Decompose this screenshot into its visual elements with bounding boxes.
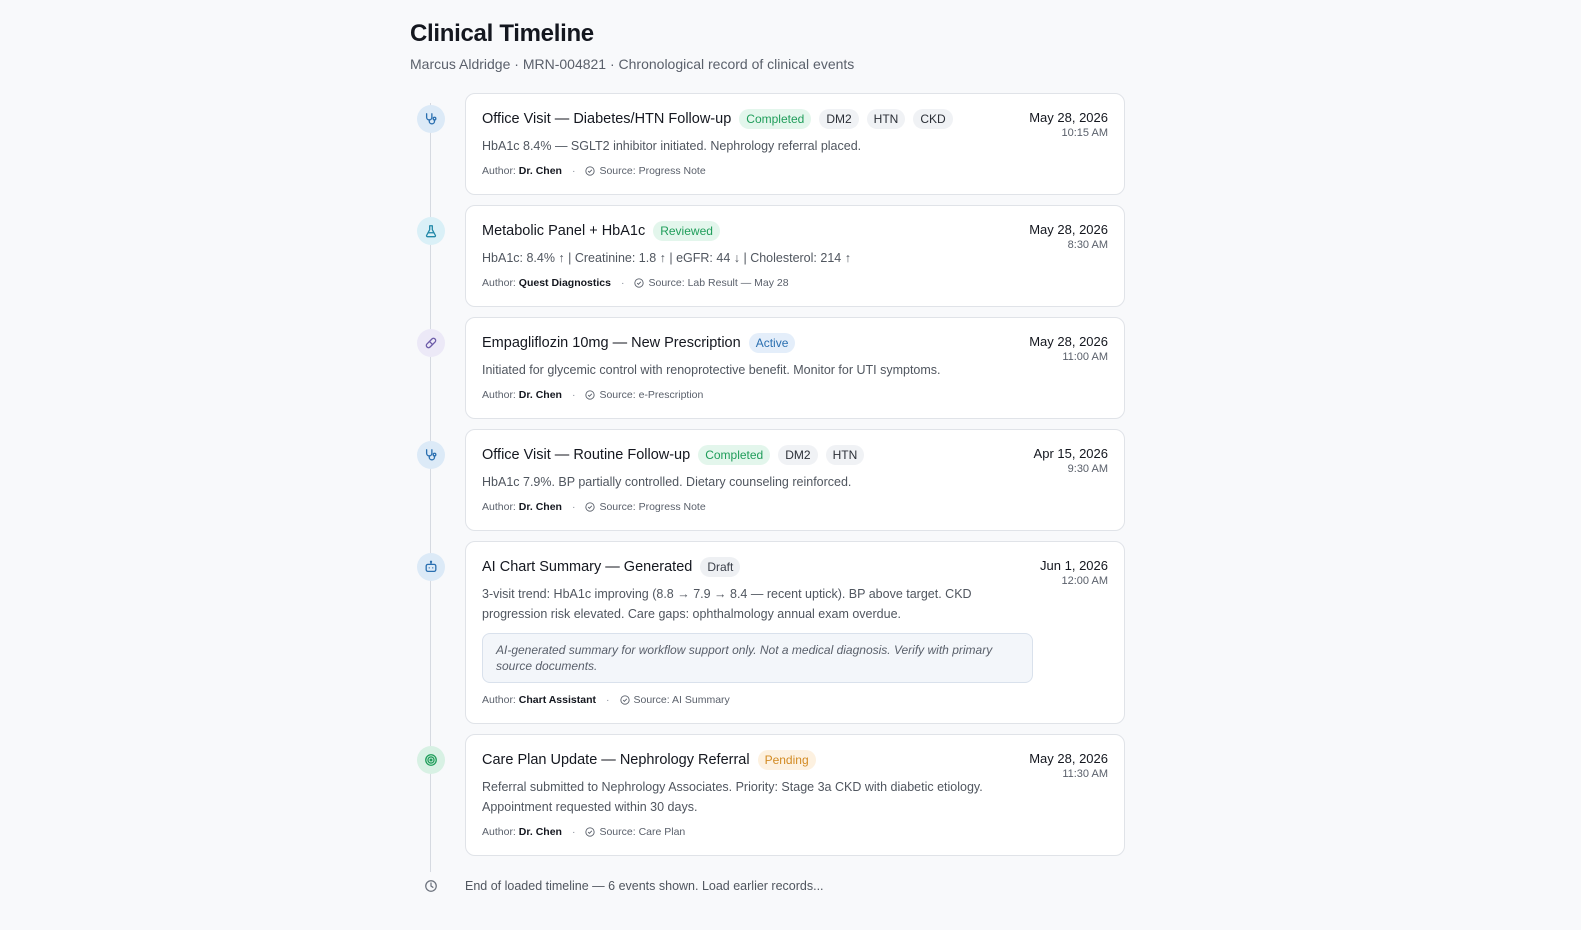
event-source[interactable]: Source: Lab Result — May 28 — [634, 276, 789, 290]
stethoscope-icon — [417, 441, 445, 469]
event-date: May 28, 2026 — [1029, 334, 1108, 349]
event-time: 9:30 AM — [1067, 463, 1108, 475]
check-circle-icon — [585, 502, 596, 512]
timeline-event: AI Chart Summary — Generated Draft Jun 1… — [410, 541, 1126, 724]
event-date: Apr 15, 2026 — [1033, 446, 1108, 461]
ai-disclaimer: AI-generated summary for workflow suppor… — [482, 633, 1033, 683]
event-description: HbA1c: 8.4% ↑ | Creatinine: 1.8 ↑ | eGFR… — [482, 251, 851, 265]
event-source[interactable]: Source: e-Prescription — [585, 388, 703, 402]
timeline-event: Office Visit — Diabetes/HTN Follow-up Co… — [410, 93, 1126, 195]
status-badge: Pending — [757, 750, 816, 770]
event-datetime: Jun 1, 2026 12:00 AM — [1040, 558, 1108, 589]
condition-tag: HTN — [825, 445, 865, 465]
status-badge: Completed — [739, 109, 812, 129]
status-badge: Draft — [700, 557, 741, 577]
event-source[interactable]: Source: Care Plan — [585, 825, 685, 839]
event-description: HbA1c 8.4% — SGLT2 inhibitor initiated. … — [482, 139, 862, 153]
event-title: Metabolic Panel + HbA1c — [482, 223, 646, 239]
event-source[interactable]: Source: Progress Note — [585, 500, 706, 514]
event-source[interactable]: Source: Progress Note — [585, 164, 706, 178]
event-time: 10:15 AM — [1061, 127, 1108, 139]
event-title: Office Visit — Diabetes/HTN Follow-up — [482, 111, 732, 127]
event-time: 12:00 AM — [1061, 575, 1108, 587]
event-author: Author: Dr. Chen — [482, 826, 562, 838]
clock-icon — [417, 872, 445, 900]
check-circle-icon — [634, 278, 645, 288]
status-badge: Reviewed — [653, 221, 720, 241]
target-icon — [417, 746, 445, 774]
status-badge: Completed — [698, 445, 771, 465]
event-meta: Author: Chart Assistant · Source: AI Sum… — [482, 693, 730, 707]
event-datetime: May 28, 2026 11:00 AM — [1029, 334, 1108, 365]
event-card[interactable]: Office Visit — Routine Follow-up Complet… — [465, 429, 1125, 531]
event-date: Jun 1, 2026 — [1040, 558, 1108, 573]
condition-tag: CKD — [913, 109, 953, 129]
timeline-event: Office Visit — Routine Follow-up Complet… — [410, 429, 1126, 531]
condition-tag: HTN — [866, 109, 906, 129]
event-meta: Author: Quest Diagnostics · Source: Lab … — [482, 276, 789, 290]
event-description: Referral submitted to Nephrology Associa… — [482, 780, 983, 814]
timeline-end: End of loaded timeline — 6 events shown.… — [410, 870, 1126, 900]
event-title: Office Visit — Routine Follow-up — [482, 447, 691, 463]
event-meta: Author: Dr. Chen · Source: Progress Note — [482, 164, 706, 178]
page-title: Clinical Timeline — [410, 20, 594, 47]
event-meta: Author: Dr. Chen · Source: Progress Note — [482, 500, 706, 514]
event-description: HbA1c 7.9%. BP partially controlled. Die… — [482, 475, 852, 489]
event-card[interactable]: Office Visit — Diabetes/HTN Follow-up Co… — [465, 93, 1125, 195]
event-time: 8:30 AM — [1067, 239, 1108, 251]
event-time: 11:30 AM — [1062, 768, 1108, 780]
check-circle-icon — [585, 827, 596, 837]
event-source[interactable]: Source: AI Summary — [619, 693, 730, 707]
event-description: Initiated for glycemic control with reno… — [482, 363, 941, 377]
timeline-event: Care Plan Update — Nephrology Referral P… — [410, 734, 1126, 856]
robot-icon — [417, 553, 445, 581]
check-circle-icon — [619, 695, 630, 705]
event-description: 3-visit trend: HbA1c improving (8.8 → 7.… — [482, 587, 972, 621]
event-author: Author: Quest Diagnostics — [482, 277, 611, 289]
event-author: Author: Chart Assistant — [482, 694, 596, 706]
stethoscope-icon — [417, 105, 445, 133]
check-circle-icon — [585, 390, 596, 400]
event-card[interactable]: Empagliflozin 10mg — New Prescription Ac… — [465, 317, 1125, 419]
event-datetime: Apr 15, 2026 9:30 AM — [1034, 446, 1108, 477]
clinical-timeline-page: Clinical Timeline Marcus Aldridge · MRN-… — [410, 18, 1126, 900]
event-meta: Author: Dr. Chen · Source: Care Plan — [482, 825, 686, 839]
condition-tag: DM2 — [778, 445, 818, 465]
event-card[interactable]: Metabolic Panel + HbA1c Reviewed May 28,… — [465, 205, 1125, 307]
timeline: Office Visit — Diabetes/HTN Follow-up Co… — [410, 93, 1126, 900]
event-datetime: May 28, 2026 8:30 AM — [1029, 222, 1108, 253]
event-author: Author: Dr. Chen — [482, 501, 562, 513]
event-datetime: May 28, 2026 10:15 AM — [1029, 110, 1108, 141]
check-circle-icon — [585, 166, 596, 176]
event-title: AI Chart Summary — Generated — [482, 559, 693, 575]
event-card[interactable]: Care Plan Update — Nephrology Referral P… — [465, 734, 1125, 856]
status-badge: Active — [748, 333, 796, 353]
event-card[interactable]: AI Chart Summary — Generated Draft Jun 1… — [465, 541, 1125, 724]
event-date: May 28, 2026 — [1029, 751, 1108, 766]
page-subtitle: Marcus Aldridge · MRN-004821 · Chronolog… — [410, 56, 855, 72]
event-author: Author: Dr. Chen — [482, 389, 562, 401]
timeline-event: Empagliflozin 10mg — New Prescription Ac… — [410, 317, 1126, 419]
event-author: Author: Dr. Chen — [482, 165, 562, 177]
load-earlier-link[interactable]: End of loaded timeline — 6 events shown.… — [465, 879, 824, 893]
pill-icon — [417, 329, 445, 357]
event-title: Empagliflozin 10mg — New Prescription — [482, 335, 741, 351]
event-title: Care Plan Update — Nephrology Referral — [482, 752, 750, 768]
condition-tag: DM2 — [819, 109, 859, 129]
event-meta: Author: Dr. Chen · Source: e-Prescriptio… — [482, 388, 704, 402]
flask-icon — [417, 217, 445, 245]
event-time: 11:00 AM — [1062, 351, 1108, 363]
event-datetime: May 28, 2026 11:30 AM — [1029, 751, 1108, 782]
timeline-event: Metabolic Panel + HbA1c Reviewed May 28,… — [410, 205, 1126, 307]
event-date: May 28, 2026 — [1029, 222, 1108, 237]
event-date: May 28, 2026 — [1029, 110, 1108, 125]
